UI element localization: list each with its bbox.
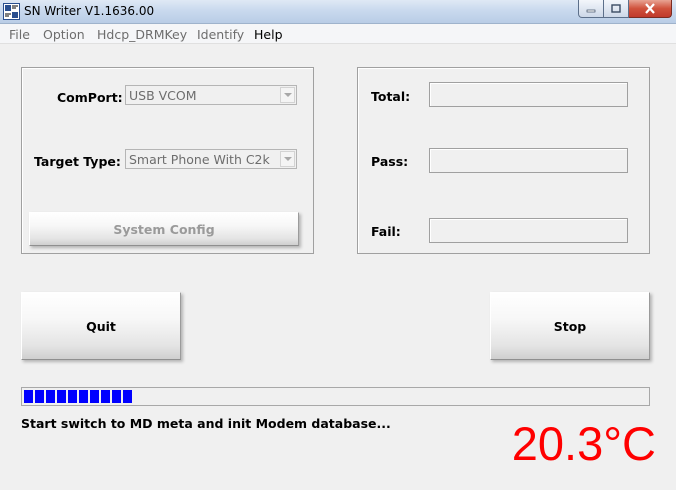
menu-option[interactable]: Option <box>43 27 85 42</box>
temperature-readout: 20.3°C <box>511 417 656 470</box>
app-icon <box>3 3 20 20</box>
fail-label: Fail: <box>371 224 401 239</box>
window-title: SN Writer V1.1636.00 <box>24 4 155 18</box>
progress-bar <box>21 387 650 406</box>
progress-segment <box>46 390 55 403</box>
close-button[interactable] <box>629 0 672 18</box>
target-type-label: Target Type: <box>34 154 121 169</box>
comport-value: USB VCOM <box>129 88 197 103</box>
chevron-down-icon[interactable] <box>280 151 295 167</box>
target-type-select[interactable]: Smart Phone With C2k <box>125 149 297 169</box>
pass-field <box>429 148 628 173</box>
status-message: Start switch to MD meta and init Modem d… <box>21 416 391 431</box>
stop-button[interactable]: Stop <box>490 292 650 360</box>
system-config-button[interactable]: System Config <box>29 212 299 246</box>
progress-segment <box>57 390 66 403</box>
progress-segment <box>79 390 88 403</box>
pass-label: Pass: <box>371 154 409 169</box>
maximize-button[interactable] <box>604 0 629 18</box>
progress-segment <box>112 390 121 403</box>
minimize-button[interactable] <box>578 0 604 18</box>
total-label: Total: <box>371 89 411 104</box>
quit-button[interactable]: Quit <box>21 292 181 360</box>
minimize-icon <box>586 9 596 12</box>
progress-segment <box>101 390 110 403</box>
progress-segment <box>123 390 132 403</box>
progress-fill <box>24 390 132 403</box>
window-controls <box>578 0 672 19</box>
close-icon <box>645 3 655 14</box>
target-type-value: Smart Phone With C2k <box>129 152 270 167</box>
progress-segment <box>24 390 33 403</box>
title-bar[interactable]: SN Writer V1.1636.00 <box>0 0 676 24</box>
progress-segment <box>90 390 99 403</box>
total-field <box>429 82 628 107</box>
menu-file[interactable]: File <box>9 27 30 42</box>
chevron-down-icon[interactable] <box>280 87 295 103</box>
menu-bar: File Option Hdcp_DRMKey Identify Help <box>0 24 676 44</box>
menu-identify[interactable]: Identify <box>197 27 244 42</box>
menu-help[interactable]: Help <box>254 27 283 42</box>
comport-select[interactable]: USB VCOM <box>125 85 297 105</box>
maximize-icon <box>611 4 621 13</box>
fail-field <box>429 218 628 243</box>
progress-segment <box>35 390 44 403</box>
comport-label: ComPort: <box>57 90 123 105</box>
progress-segment <box>68 390 77 403</box>
menu-hdcp-drmkey[interactable]: Hdcp_DRMKey <box>97 27 187 42</box>
